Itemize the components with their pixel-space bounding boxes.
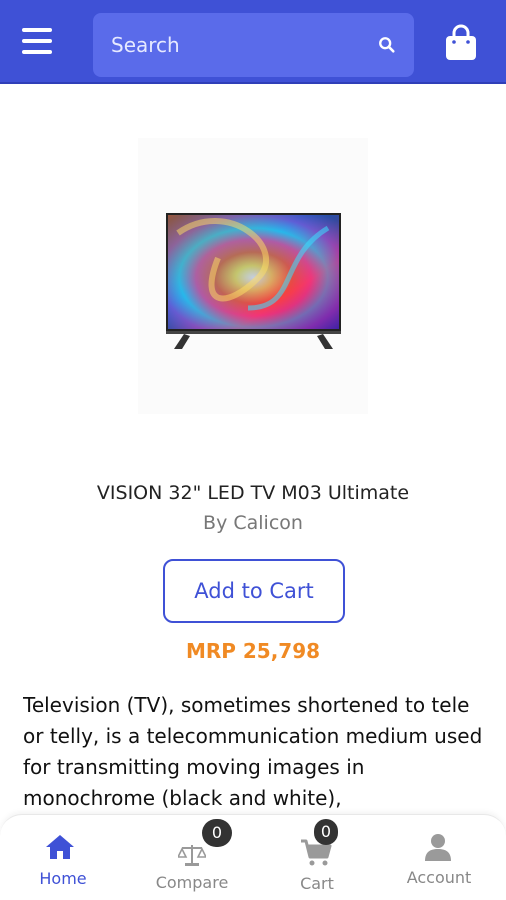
search-box[interactable] — [93, 13, 414, 77]
nav-compare-label: Compare — [155, 873, 229, 892]
tv-image — [166, 213, 341, 349]
shopping-bag-icon[interactable] — [444, 24, 478, 62]
compare-icon — [178, 845, 206, 866]
nav-compare[interactable]: 0 Compare — [129, 815, 255, 900]
nav-account-label: Account — [406, 868, 472, 887]
add-to-cart-button[interactable]: Add to Cart — [163, 559, 345, 623]
product-price: MRP 25,798 — [185, 639, 321, 663]
nav-cart-label: Cart — [300, 874, 334, 893]
product-title: VISION 32" LED TV M03 Ultimate — [96, 482, 410, 504]
nav-account[interactable]: Account — [376, 815, 502, 900]
cart-badge: 0 — [314, 819, 338, 845]
search-icon[interactable] — [378, 36, 396, 54]
nav-cart[interactable]: 0 Cart — [254, 815, 380, 900]
product-description: Television (TV), sometimes shortened to … — [23, 693, 483, 810]
nav-home[interactable]: Home — [0, 815, 126, 900]
compare-badge: 0 — [202, 819, 232, 847]
bottom-navigation: Home 0 Compare 0 Cart Account — [0, 814, 506, 900]
search-input[interactable] — [93, 13, 414, 77]
menu-icon[interactable] — [22, 28, 54, 56]
product-brand: By Calicon — [203, 512, 303, 534]
product-image — [138, 138, 368, 414]
home-icon — [46, 835, 74, 859]
nav-home-label: Home — [39, 869, 87, 888]
top-app-bar — [0, 0, 506, 84]
account-icon — [425, 834, 451, 861]
